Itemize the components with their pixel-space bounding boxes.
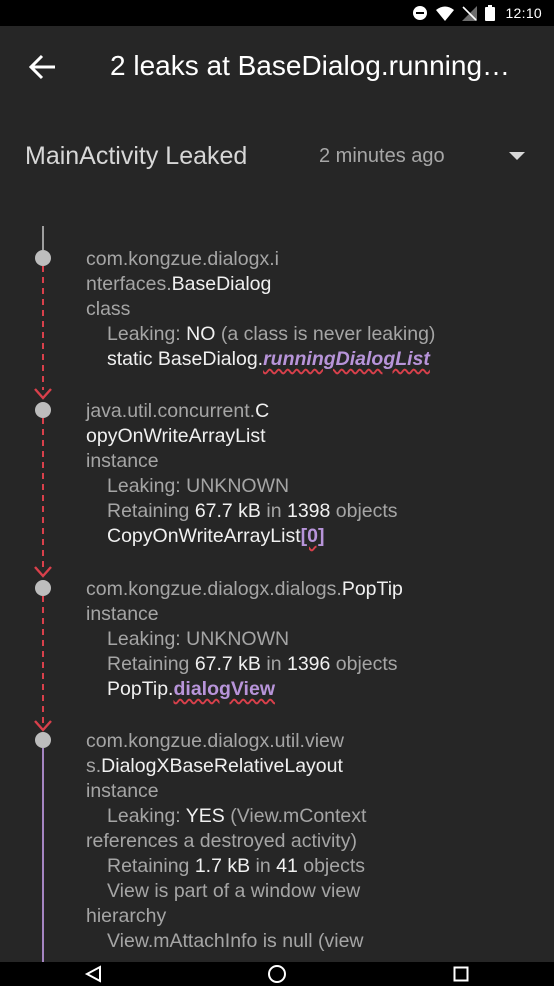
trace-node-dot (35, 580, 51, 596)
leak-header-row[interactable]: MainActivity Leaked 2 minutes ago (0, 128, 554, 184)
back-button[interactable] (28, 52, 58, 82)
leaking-status: Leaking: UNKNOWN (107, 628, 290, 650)
navigation-bar (0, 962, 554, 986)
trace-node-2: java.util.concurrent.C opyOnWriteArrayLi… (86, 399, 536, 549)
leaking-note: references a destroyed activity) (86, 830, 357, 852)
leak-trace: com.kongzue.dialogx.i nterfaces.BaseDial… (0, 222, 554, 962)
reference-line: CopyOnWriteArrayList[0] (107, 525, 325, 547)
node-type: class (86, 298, 131, 320)
node-class-name: BaseDialog (171, 273, 272, 295)
reference-field-link[interactable]: dialogView (173, 678, 275, 700)
nav-home-icon (268, 965, 286, 983)
reference-line: PopTip.dialogView (107, 678, 275, 700)
trace-node-dot (35, 250, 51, 266)
retained-count: 1398 (286, 500, 331, 522)
wifi-icon (436, 6, 455, 21)
trace-connector-2 (42, 418, 44, 568)
nav-back-button[interactable] (81, 962, 105, 986)
trace-node-dot (35, 732, 51, 748)
node-class-name: opyOnWriteArrayList (86, 425, 266, 447)
retained-count: 1396 (286, 653, 331, 675)
trace-node-4: com.kongzue.dialogx.util.view s.DialogXB… (86, 729, 536, 954)
node-class-name: DialogXBaseRelativeLayout (101, 755, 343, 777)
leaking-status: Leaking: NO (a class is never leaking) (107, 323, 436, 345)
node-class-prefix: s. (86, 755, 102, 777)
node-class-prefix: java.util.concurrent. (86, 400, 256, 422)
nav-back-icon (84, 965, 101, 983)
status-clock: 12:10 (505, 5, 542, 21)
trace-node-1: com.kongzue.dialogx.i nterfaces.BaseDial… (86, 247, 536, 372)
nav-recents-button[interactable] (449, 962, 473, 986)
down-arrow-icon (34, 388, 52, 400)
status-bar: 12:10 (0, 0, 554, 26)
retained-size: 67.7 kB (194, 500, 261, 522)
node-class-prefix: com.kongzue.dialogx.util.view (86, 730, 344, 752)
nav-home-button[interactable] (265, 962, 289, 986)
retained-count: 41 (276, 855, 298, 877)
leak-title: MainActivity Leaked (25, 142, 248, 170)
node-type: instance (86, 780, 159, 802)
retaining-info: Retaining 67.7 kB in 1398 objects (107, 500, 398, 522)
leaking-status: Leaking: UNKNOWN (107, 475, 290, 497)
no-signal-icon (462, 5, 478, 21)
trace-connector-3 (42, 596, 44, 724)
trace-node-dot (35, 402, 51, 418)
leak-time: 2 minutes ago (319, 145, 445, 167)
node-detail: View is part of a window view (107, 880, 361, 902)
trace-start-line (42, 226, 44, 250)
down-arrow-icon (34, 720, 52, 732)
node-class-name: PopTip (341, 578, 403, 600)
retaining-info: Retaining 67.7 kB in 1396 objects (107, 653, 398, 675)
down-arrow-icon (34, 566, 52, 578)
arrow-back-icon (28, 54, 55, 80)
node-class-prefix: com.kongzue.dialogx.dialogs. (86, 578, 342, 600)
trace-node-3: com.kongzue.dialogx.dialogs.PopTip insta… (86, 577, 536, 702)
trace-end-line (42, 748, 44, 962)
node-class-prefix: com.kongzue.dialogx.i (86, 248, 279, 270)
battery-icon (485, 5, 496, 21)
retained-size: 67.7 kB (194, 653, 261, 675)
dropdown-arrow-icon[interactable] (508, 150, 526, 162)
node-class-prefix: nterfaces. (86, 273, 172, 295)
trace-connector-1 (42, 266, 44, 390)
node-class-name: C (255, 400, 270, 422)
retaining-info: Retaining 1.7 kB in 41 objects (107, 855, 366, 877)
status-icons: 12:10 (412, 4, 542, 22)
do-not-disturb-icon (412, 5, 428, 21)
leaking-status: Leaking: YES (View.mContext (107, 805, 367, 827)
reference-field-link[interactable]: runningDialogList (263, 348, 430, 370)
leaking-value: NO (186, 323, 216, 345)
node-detail: View.mAttachInfo is null (view (107, 930, 364, 952)
reference-field-link[interactable]: [0] (301, 525, 325, 547)
node-type: instance (86, 450, 159, 472)
page-title: 2 leaks at BaseDialog.runningDialogList (110, 50, 520, 81)
node-detail: hierarchy (86, 905, 167, 927)
reference-line: static BaseDialog.runningDialogList (107, 348, 430, 370)
nav-recents-icon (453, 966, 469, 982)
node-type: instance (86, 603, 159, 625)
retained-size: 1.7 kB (194, 855, 251, 877)
leaking-value: YES (185, 805, 225, 827)
app-bar: 2 leaks at BaseDialog.runningDialogList (0, 26, 554, 112)
